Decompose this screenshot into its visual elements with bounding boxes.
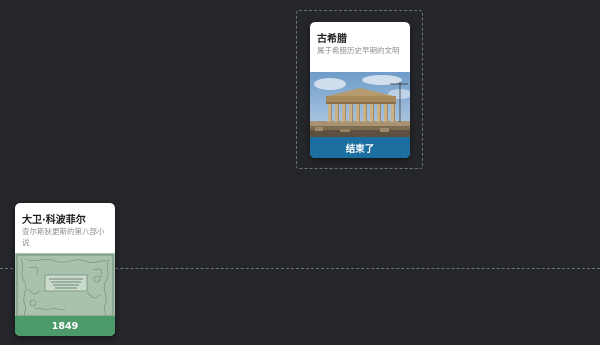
book-engraving-image [15,253,115,316]
card-description: 属于希腊历史早期的文明 [317,46,400,55]
timeline-card-ancient-greece[interactable]: 古希腊 属于希腊历史早期的文明 结束了 [310,22,410,158]
card-description: 查尔斯狄更斯的第八部小说 [22,227,105,247]
card-title: 大卫·科波菲尔 [22,215,86,226]
parthenon-image [310,72,410,138]
timeline-card-david-copperfield[interactable]: 大卫·科波菲尔 查尔斯狄更斯的第八部小说 1849 [15,203,115,336]
card-title: 古希腊 [317,34,347,45]
card-footer-status: 结束了 [310,137,410,158]
card-footer-year: 1849 [15,316,115,336]
